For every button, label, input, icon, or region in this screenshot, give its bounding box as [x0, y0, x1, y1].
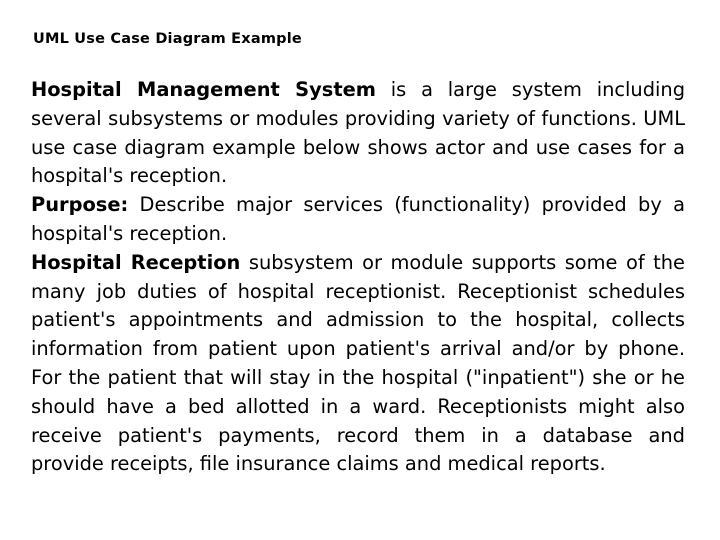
document-page: UML Use Case Diagram Example Hospital Ma…: [0, 0, 720, 540]
paragraph-lead-in: Hospital Reception: [31, 250, 241, 274]
paragraph-text: Describe major services (functionality) …: [31, 193, 685, 245]
paragraph-hospital-reception: Hospital Reception subsystem or module s…: [31, 249, 685, 479]
paragraph-hospital-management-system: Hospital Management System is a large sy…: [31, 76, 685, 191]
paragraph-lead-in: Hospital Management System: [31, 78, 376, 101]
page-title: UML Use Case Diagram Example: [33, 31, 302, 47]
body-content: Hospital Management System is a large sy…: [31, 76, 685, 479]
paragraph-lead-in: Purpose:: [31, 193, 129, 217]
paragraph-text: subsystem or module supports some of the…: [31, 250, 685, 476]
paragraph-purpose: Purpose: Describe major services (functi…: [31, 191, 685, 249]
